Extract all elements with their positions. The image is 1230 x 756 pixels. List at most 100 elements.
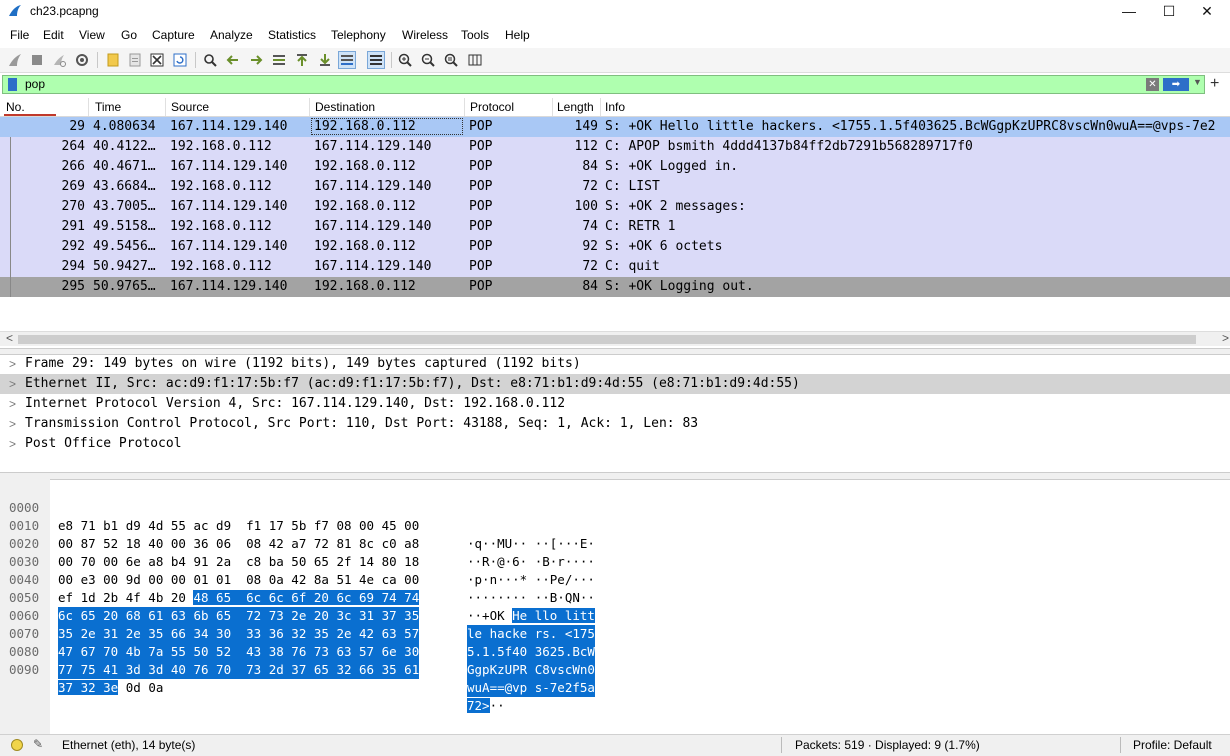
packet-time: 50.9765… <box>93 279 156 294</box>
go-forward-icon[interactable] <box>247 51 265 69</box>
filter-bookmark-icon[interactable] <box>8 78 17 91</box>
reload-icon[interactable] <box>171 51 189 69</box>
display-filter-input[interactable]: pop <box>25 77 45 91</box>
col-protocol[interactable]: Protocol <box>470 100 514 114</box>
packet-row[interactable]: 291 49.5158… 192.168.0.112 167.114.129.1… <box>0 217 1230 237</box>
column-divider[interactable] <box>165 98 166 116</box>
first-packet-icon[interactable] <box>293 51 311 69</box>
packet-source: 192.168.0.112 <box>170 259 272 274</box>
open-file-icon[interactable] <box>104 51 122 69</box>
menu-view[interactable]: View <box>79 28 105 42</box>
hex-line[interactable]: 0000 e8 71 b1 d9 4d 55 ac d9 f1 17 5b f7… <box>0 481 595 551</box>
expand-arrow-icon[interactable]: > <box>9 394 16 414</box>
packet-no: 294 <box>61 259 85 274</box>
menu-analyze[interactable]: Analyze <box>210 28 253 42</box>
packet-protocol: POP <box>469 179 493 194</box>
expand-arrow-icon[interactable]: > <box>9 374 16 394</box>
status-field-info: Ethernet (eth), 14 byte(s) <box>62 738 196 752</box>
go-back-icon[interactable] <box>224 51 242 69</box>
hex-line[interactable]: 0080 77 75 41 3d 3d 40 76 70 73 2d 37 65… <box>0 625 595 697</box>
packet-row[interactable]: 264 40.4122… 192.168.0.112 167.114.129.1… <box>0 137 1230 157</box>
col-length[interactable]: Length <box>557 100 594 114</box>
main-toolbar <box>0 48 1230 73</box>
packet-row[interactable]: 295 50.9765… 167.114.129.140 192.168.0.1… <box>0 277 1230 297</box>
zoom-out-icon[interactable] <box>419 51 437 69</box>
hex-line[interactable]: 0030 00 e3 00 9d 00 00 01 01 08 0a 42 8a… <box>0 535 595 605</box>
menu-statistics[interactable]: Statistics <box>268 28 316 42</box>
packet-destination: 192.168.0.112 <box>314 159 416 174</box>
autoscroll-icon[interactable] <box>338 51 356 69</box>
column-divider[interactable] <box>600 98 601 116</box>
clear-filter-icon[interactable]: ✕ <box>1146 78 1159 91</box>
packet-row[interactable]: 294 50.9427… 192.168.0.112 167.114.129.1… <box>0 257 1230 277</box>
open-recent-icon[interactable] <box>126 51 144 69</box>
capture-options-icon[interactable] <box>73 51 91 69</box>
detail-row-frame[interactable]: > Frame 29: 149 bytes on wire (1192 bits… <box>0 354 1230 374</box>
hex-line[interactable]: 0050 6c 65 20 68 61 63 6b 65 72 73 2e 20… <box>0 571 595 643</box>
menu-go[interactable]: Go <box>121 28 137 42</box>
edit-comment-icon[interactable]: ✎ <box>33 737 43 751</box>
hex-line[interactable]: 0090 37 32 3e 0d 0a 72>·· <box>0 643 505 713</box>
scroll-right-icon[interactable]: > <box>1222 331 1229 345</box>
shark-fin-start-icon[interactable] <box>6 51 24 69</box>
hex-line[interactable]: 0070 47 67 70 4b 7a 55 50 52 43 38 76 73… <box>0 607 595 679</box>
add-filter-button[interactable]: + <box>1210 75 1219 93</box>
scroll-left-icon[interactable]: < <box>6 331 13 345</box>
zoom-reset-icon[interactable] <box>442 51 460 69</box>
display-filter-bar[interactable]: pop ✕ ➡ ▼ <box>2 75 1205 94</box>
menu-telephony[interactable]: Telephony <box>331 28 386 42</box>
colorize-icon[interactable] <box>367 51 385 69</box>
menu-wireless[interactable]: Wireless <box>402 28 448 42</box>
expand-arrow-icon[interactable]: > <box>9 414 16 434</box>
close-file-icon[interactable] <box>148 51 166 69</box>
close-window-button[interactable]: ✕ <box>1184 0 1230 22</box>
filter-dropdown-icon[interactable]: ▼ <box>1193 77 1202 87</box>
col-source[interactable]: Source <box>171 100 209 114</box>
menu-help[interactable]: Help <box>505 28 530 42</box>
status-profile[interactable]: Profile: Default <box>1133 738 1212 752</box>
column-divider[interactable] <box>309 98 310 116</box>
go-to-packet-icon[interactable] <box>270 51 288 69</box>
hex-line[interactable]: 0040 ef 1d 2b 4f 4b 20 48 65 6c 6c 6f 20… <box>0 553 595 623</box>
menu-capture[interactable]: Capture <box>152 28 195 42</box>
hex-line[interactable]: 0020 00 70 00 6e a8 b4 91 2a c8 ba 50 65… <box>0 517 595 587</box>
last-packet-icon[interactable] <box>316 51 334 69</box>
col-destination[interactable]: Destination <box>315 100 375 114</box>
column-divider[interactable] <box>552 98 553 116</box>
expand-arrow-icon[interactable]: > <box>9 434 16 454</box>
col-no[interactable]: No. <box>6 100 25 114</box>
packet-list-scrollbar[interactable]: < > <box>0 331 1230 346</box>
menu-tools[interactable]: Tools <box>461 28 489 42</box>
column-divider[interactable] <box>464 98 465 116</box>
packet-protocol: POP <box>469 239 493 254</box>
packet-protocol: POP <box>469 259 493 274</box>
col-info[interactable]: Info <box>605 100 625 114</box>
col-time[interactable]: Time <box>95 100 121 114</box>
apply-filter-icon[interactable]: ➡ <box>1163 78 1189 91</box>
menu-file[interactable]: File <box>10 28 29 42</box>
restart-icon[interactable] <box>50 51 68 69</box>
hex-line[interactable]: 0010 00 87 52 18 40 00 36 06 08 42 a7 72… <box>0 499 595 569</box>
column-divider[interactable] <box>88 98 89 116</box>
detail-row-ip[interactable]: > Internet Protocol Version 4, Src: 167.… <box>0 394 1230 414</box>
hex-line[interactable]: 0060 35 2e 31 2e 35 66 34 30 33 36 32 35… <box>0 589 595 661</box>
packet-row[interactable]: 292 49.5456… 167.114.129.140 192.168.0.1… <box>0 237 1230 257</box>
packet-row[interactable]: 29 4.080634 167.114.129.140 192.168.0.11… <box>0 117 1230 137</box>
packet-row[interactable]: 269 43.6684… 192.168.0.112 167.114.129.1… <box>0 177 1230 197</box>
detail-row-pop[interactable]: > Post Office Protocol <box>0 434 1230 454</box>
scrollbar-thumb[interactable] <box>18 335 1196 344</box>
zoom-in-icon[interactable] <box>396 51 414 69</box>
stop-icon[interactable] <box>28 51 46 69</box>
find-packet-icon[interactable] <box>201 51 219 69</box>
status-divider <box>1120 737 1121 753</box>
hex-bytes: 37 32 3e 0d 0a <box>58 679 163 697</box>
packet-no: 29 <box>69 119 85 134</box>
menu-edit[interactable]: Edit <box>43 28 64 42</box>
resize-columns-icon[interactable] <box>466 51 484 69</box>
expand-arrow-icon[interactable]: > <box>9 354 16 374</box>
detail-row-ethernet[interactable]: > Ethernet II, Src: ac:d9:f1:17:5b:f7 (a… <box>0 374 1230 394</box>
packet-row[interactable]: 266 40.4671… 167.114.129.140 192.168.0.1… <box>0 157 1230 177</box>
packet-row[interactable]: 270 43.7005… 167.114.129.140 192.168.0.1… <box>0 197 1230 217</box>
detail-row-tcp[interactable]: > Transmission Control Protocol, Src Por… <box>0 414 1230 434</box>
expert-info-icon[interactable] <box>11 739 23 751</box>
